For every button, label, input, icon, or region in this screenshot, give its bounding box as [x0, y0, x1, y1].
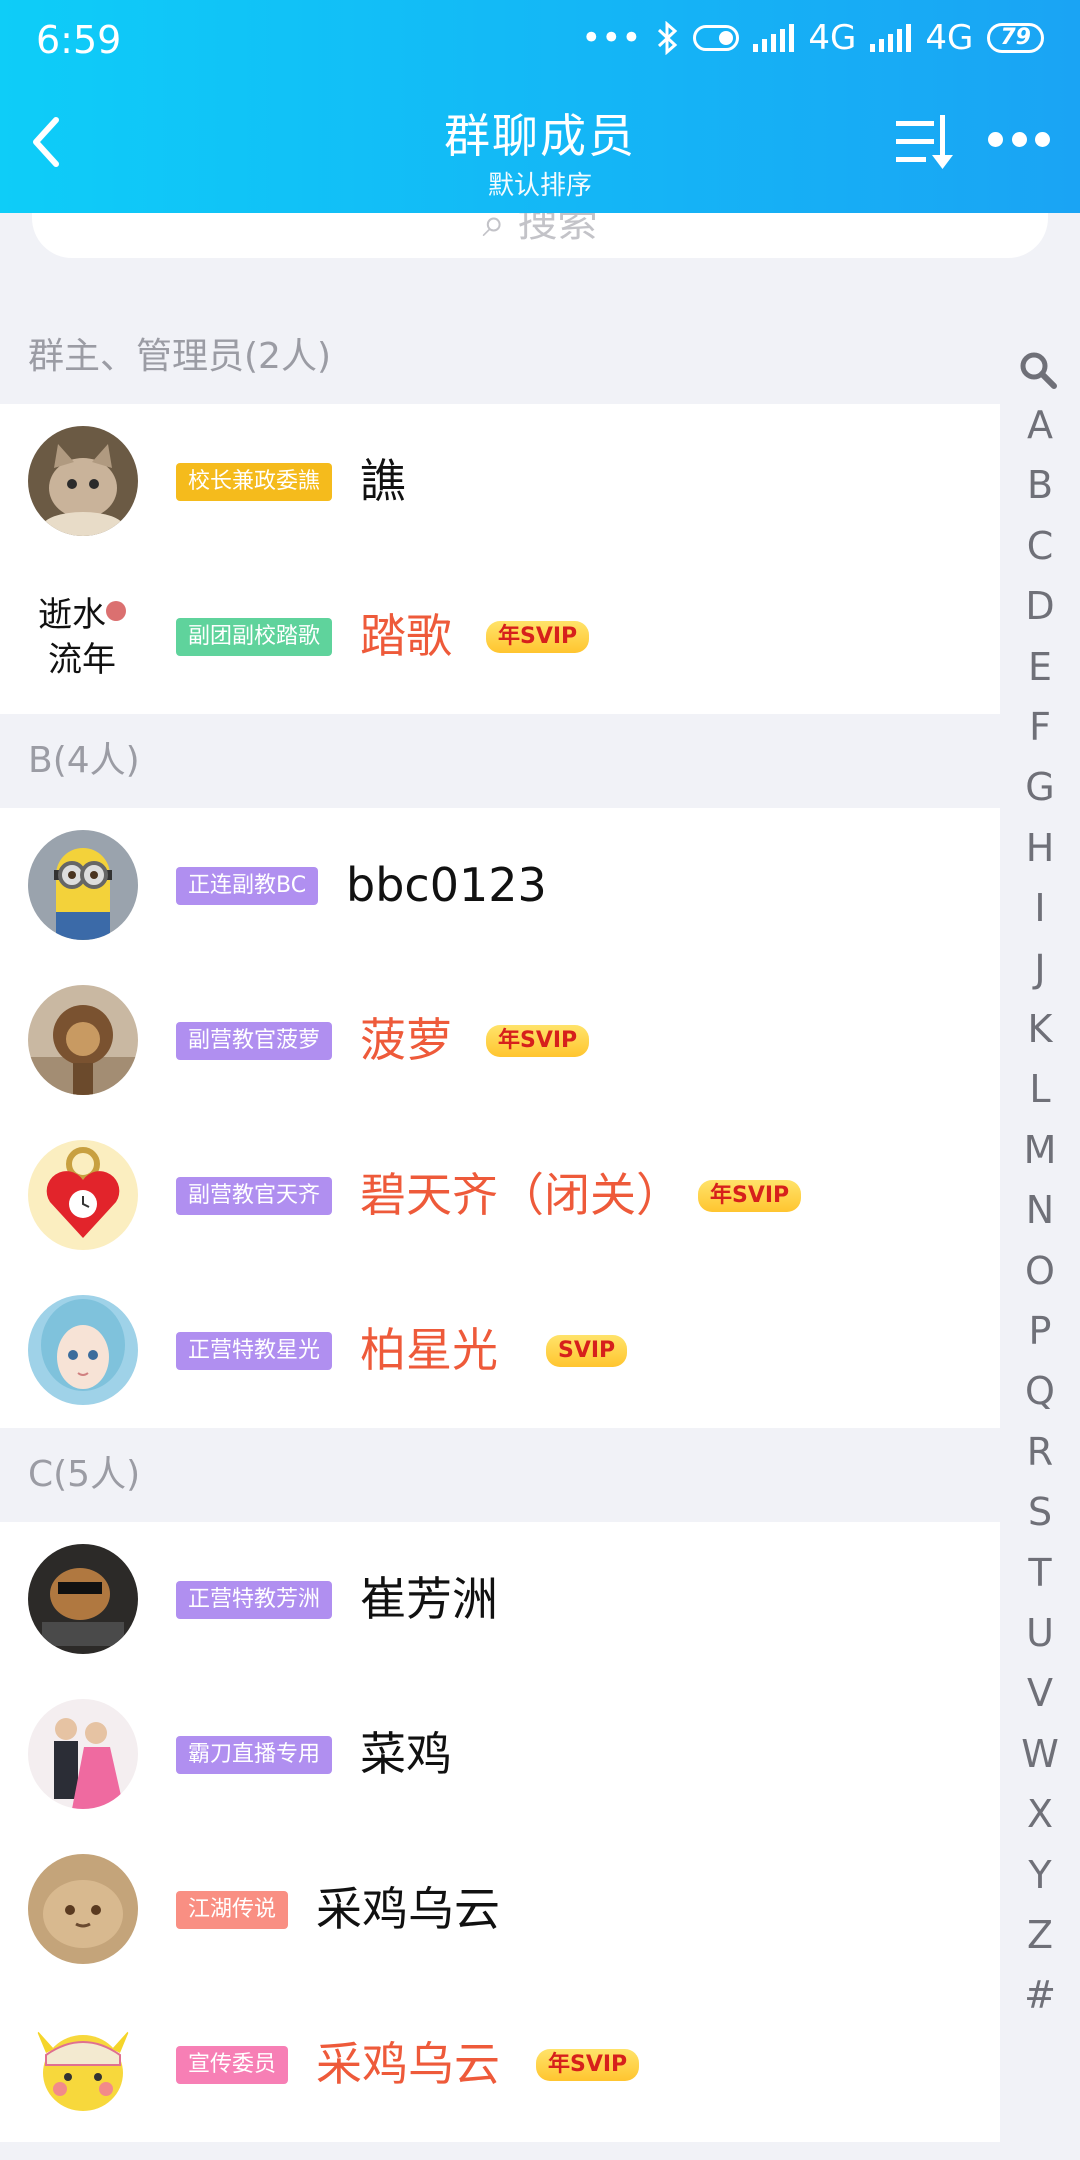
member-title-tag: 宣传委员: [176, 2046, 289, 2084]
member-title-tag: 正营特教星光: [176, 1332, 333, 1370]
section-header-c: C(5人): [0, 1428, 1000, 1522]
vip-badge: 年SVIP: [486, 1025, 590, 1057]
avatar[interactable]: 逝水流年: [28, 581, 138, 691]
index-letter[interactable]: C: [1010, 523, 1070, 569]
member-title-tag: 副营教官菠萝: [176, 1022, 333, 1060]
member-name: 采鸡乌云: [316, 1882, 500, 1936]
member-row[interactable]: 副营教官天齐 碧天齐（闭关） 年SVIP: [0, 1118, 1000, 1273]
index-letter[interactable]: K: [1010, 1006, 1070, 1052]
member-name: 菠萝: [360, 1013, 452, 1067]
index-letter[interactable]: H: [1010, 825, 1070, 871]
member-name: 崔芳洲: [360, 1572, 498, 1626]
index-letter[interactable]: D: [1010, 583, 1070, 629]
index-letter[interactable]: I: [1010, 885, 1070, 931]
index-letter[interactable]: T: [1010, 1550, 1070, 1596]
member-title-tag: 副营教官天齐: [176, 1177, 333, 1215]
index-letter[interactable]: #: [1010, 1972, 1070, 2018]
index-letter[interactable]: P: [1010, 1308, 1070, 1354]
member-row[interactable]: 霸刀直播专用 菜鸡: [0, 1677, 1000, 1832]
member-row[interactable]: 宣传委员 采鸡乌云 年SVIP: [0, 1987, 1000, 2142]
member-row[interactable]: 副营教官菠萝 菠萝 年SVIP: [0, 963, 1000, 1118]
sort-icon[interactable]: [894, 115, 958, 171]
index-letter[interactable]: X: [1010, 1791, 1070, 1837]
avatar[interactable]: [28, 1140, 138, 1250]
vip-badge: SVIP: [546, 1335, 628, 1367]
signal-icon-2: [870, 24, 912, 52]
member-row[interactable]: 校长兼政委譙 譙: [0, 404, 1000, 559]
avatar[interactable]: [28, 1544, 138, 1654]
member-title-tag: 副团副校踏歌: [176, 618, 333, 656]
network-label-2: 4G: [925, 18, 974, 58]
member-title-tag: 正营特教芳洲: [176, 1581, 333, 1619]
index-letter[interactable]: W: [1010, 1731, 1070, 1777]
member-name: bbc0123: [346, 858, 547, 912]
index-letter[interactable]: B: [1010, 462, 1070, 508]
index-letter[interactable]: M: [1010, 1127, 1070, 1173]
member-title-tag: 正连副教BC: [176, 867, 319, 905]
signal-icon: [753, 24, 795, 52]
battery-icon: 79: [987, 23, 1044, 53]
member-row[interactable]: 江湖传说 采鸡乌云: [0, 1832, 1000, 1987]
more-options-icon[interactable]: [988, 132, 1050, 152]
section-header-b: B(4人): [0, 714, 1000, 808]
index-letter[interactable]: Y: [1010, 1852, 1070, 1898]
vip-badge: 年SVIP: [486, 621, 590, 653]
avatar[interactable]: [28, 1699, 138, 1809]
member-name: 碧天齐（闭关）: [360, 1168, 682, 1222]
avatar[interactable]: [28, 985, 138, 1095]
index-letter[interactable]: L: [1010, 1066, 1070, 1112]
status-bar: 6:59 ••• 4G 4G 79: [0, 0, 1080, 78]
member-name: 采鸡乌云: [316, 2037, 500, 2091]
vip-badge: 年SVIP: [698, 1180, 802, 1212]
index-letter[interactable]: O: [1010, 1248, 1070, 1294]
index-letter[interactable]: S: [1010, 1489, 1070, 1535]
index-letter[interactable]: V: [1010, 1670, 1070, 1716]
index-letter[interactable]: A: [1010, 402, 1070, 448]
index-letter[interactable]: R: [1010, 1429, 1070, 1475]
index-letter[interactable]: E: [1010, 644, 1070, 690]
member-title-tag: 江湖传说: [176, 1891, 289, 1929]
member-name: 柏星光: [360, 1323, 498, 1377]
index-letter[interactable]: F: [1010, 704, 1070, 750]
network-label-1: 4G: [808, 18, 857, 58]
member-row[interactable]: 正营特教芳洲 崔芳洲: [0, 1522, 1000, 1677]
avatar[interactable]: [28, 830, 138, 940]
bluetooth-icon: [658, 21, 678, 55]
section-header-admins: 群主、管理员(2人): [0, 310, 1000, 404]
member-name: 踏歌: [360, 609, 452, 663]
index-letter[interactable]: G: [1010, 764, 1070, 810]
status-icons: ••• 4G 4G 79: [581, 18, 1044, 58]
index-letter[interactable]: J: [1010, 946, 1070, 992]
index-letter[interactable]: U: [1010, 1610, 1070, 1656]
header-bar: 6:59 ••• 4G 4G 79 群聊成员 默认排序: [0, 0, 1080, 213]
avatar[interactable]: [28, 1295, 138, 1405]
more-notifications-icon: •••: [581, 18, 642, 58]
avatar[interactable]: [28, 1854, 138, 1964]
member-title-tag: 霸刀直播专用: [176, 1736, 333, 1774]
member-title-tag: 校长兼政委譙: [176, 463, 333, 501]
member-row[interactable]: 逝水流年 副团副校踏歌 踏歌 年SVIP: [0, 559, 1000, 714]
avatar[interactable]: [28, 2009, 138, 2119]
member-row[interactable]: 正连副教BC bbc0123: [0, 808, 1000, 963]
member-name: 譙: [360, 454, 406, 508]
avatar[interactable]: [28, 426, 138, 536]
toggle-icon: [693, 25, 740, 51]
svg-text:逝水: 逝水: [38, 595, 106, 635]
status-time: 6:59: [36, 18, 122, 62]
member-row[interactable]: 正营特教星光 柏星光 SVIP: [0, 1273, 1000, 1428]
index-letter[interactable]: Q: [1010, 1368, 1070, 1414]
svg-text:流年: 流年: [48, 640, 116, 680]
vip-badge: 年SVIP: [536, 2049, 640, 2081]
index-letter[interactable]: N: [1010, 1187, 1070, 1233]
index-letter[interactable]: Z: [1010, 1912, 1070, 1958]
member-name: 菜鸡: [360, 1727, 452, 1781]
search-icon[interactable]: [1018, 350, 1058, 390]
